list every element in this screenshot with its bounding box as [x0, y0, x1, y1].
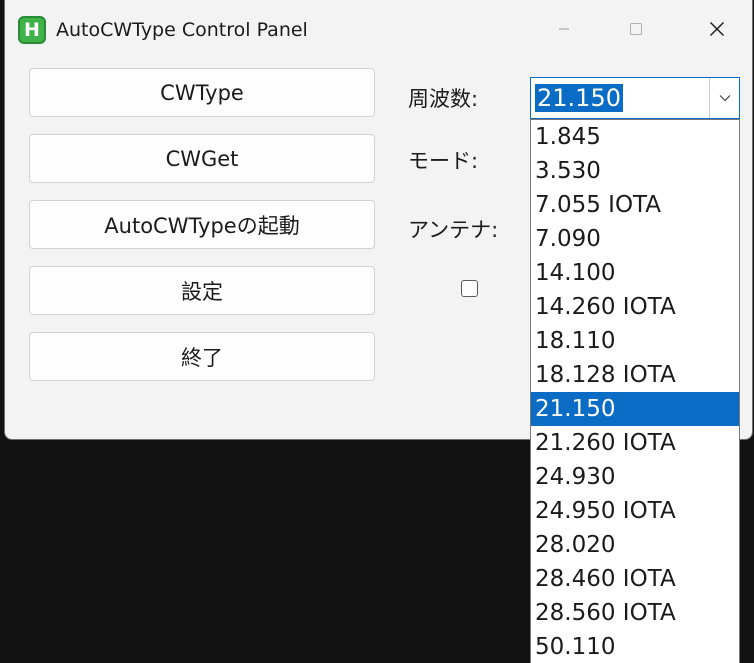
frequency-label: 周波数:: [408, 87, 479, 111]
settings-button[interactable]: 設定: [29, 266, 375, 315]
frequency-option[interactable]: 14.260 IOTA: [531, 290, 739, 324]
maximize-button[interactable]: [613, 12, 659, 46]
frequency-option[interactable]: 28.460 IOTA: [531, 562, 739, 596]
minimize-icon: [559, 28, 569, 30]
close-icon: [710, 22, 724, 36]
frequency-option[interactable]: 7.090: [531, 222, 739, 256]
maximize-icon: [630, 23, 642, 35]
antenna-label: アンテナ:: [408, 218, 499, 242]
frequency-option[interactable]: 7.055 IOTA: [531, 188, 739, 222]
frequency-option[interactable]: 24.950 IOTA: [531, 494, 739, 528]
frequency-dropdown-list: 1.845 3.530 7.055 IOTA 7.090 14.100 14.260 IO…: [530, 119, 740, 663]
frequency-option[interactable]: 1.845: [531, 120, 739, 154]
frequency-option[interactable]: 3.530: [531, 154, 739, 188]
window-title: AutoCWType Control Panel: [56, 19, 308, 41]
frequency-select-toggle[interactable]: [709, 78, 739, 118]
cwget-button[interactable]: CWGet: [29, 134, 375, 183]
frequency-select[interactable]: 21.150: [530, 77, 740, 119]
chevron-down-icon: [719, 95, 730, 102]
cwtype-button[interactable]: CWType: [29, 68, 375, 117]
frequency-option[interactable]: 28.020: [531, 528, 739, 562]
launch-autocwtype-button[interactable]: AutoCWTypeの起動: [29, 200, 375, 249]
frequency-option[interactable]: 21.260 IOTA: [531, 426, 739, 460]
frequency-option[interactable]: 18.128 IOTA: [531, 358, 739, 392]
frequency-option[interactable]: 50.110: [531, 630, 739, 663]
frequency-option[interactable]: 21.150: [531, 392, 739, 426]
mode-label: モード:: [408, 149, 479, 173]
checkbox[interactable]: [461, 280, 478, 297]
frequency-option[interactable]: 24.930: [531, 460, 739, 494]
minimize-button[interactable]: [541, 12, 587, 46]
app-icon-letter: H: [24, 18, 40, 41]
frequency-select-value: 21.150: [535, 84, 623, 112]
frequency-option[interactable]: 28.560 IOTA: [531, 596, 739, 630]
frequency-option[interactable]: 14.100: [531, 256, 739, 290]
close-button[interactable]: [694, 12, 740, 46]
app-icon: H: [18, 16, 46, 44]
frequency-option[interactable]: 18.110: [531, 324, 739, 358]
exit-button[interactable]: 終了: [29, 332, 375, 381]
title-bar[interactable]: H AutoCWType Control Panel: [5, 0, 752, 58]
